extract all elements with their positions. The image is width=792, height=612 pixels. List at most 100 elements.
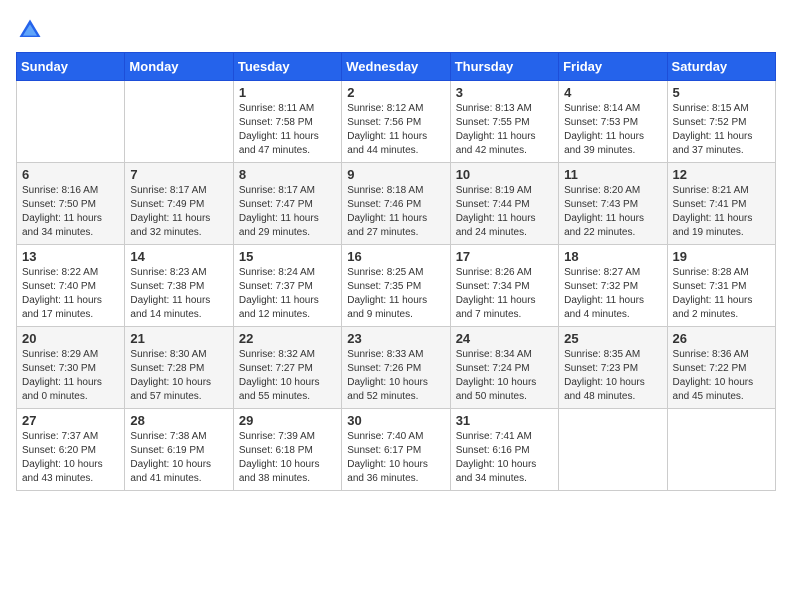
week-row-1: 1 Sunrise: 8:11 AM Sunset: 7:58 PM Daylig… (17, 81, 776, 163)
day-number: 1 (239, 85, 336, 100)
day-info: Sunrise: 8:30 AM Sunset: 7:28 PM Dayligh… (130, 348, 227, 404)
day-info: Sunrise: 8:11 AM Sunset: 7:58 PM Dayligh… (239, 102, 336, 158)
day-info: Sunrise: 8:25 AM Sunset: 7:35 PM Dayligh… (347, 266, 444, 322)
day-info: Sunrise: 8:23 AM Sunset: 7:38 PM Dayligh… (130, 266, 227, 322)
day-info: Sunrise: 8:33 AM Sunset: 7:26 PM Dayligh… (347, 348, 444, 404)
day-number: 26 (673, 331, 770, 346)
day-number: 3 (456, 85, 553, 100)
day-number: 25 (564, 331, 661, 346)
day-info: Sunrise: 8:20 AM Sunset: 7:43 PM Dayligh… (564, 184, 661, 240)
column-header-saturday: Saturday (667, 53, 775, 81)
day-info: Sunrise: 8:29 AM Sunset: 7:30 PM Dayligh… (22, 348, 119, 404)
calendar-cell: 31Sunrise: 7:41 AM Sunset: 6:16 PM Dayli… (450, 409, 558, 491)
calendar-cell: 14 Sunrise: 8:23 AM Sunset: 7:38 PM Dayli… (125, 245, 233, 327)
day-number: 14 (130, 249, 227, 264)
day-number: 7 (130, 167, 227, 182)
calendar-cell: 22 Sunrise: 8:32 AM Sunset: 7:27 PM Dayli… (233, 327, 341, 409)
week-row-3: 13Sunrise: 8:22 AM Sunset: 7:40 PM Dayli… (17, 245, 776, 327)
calendar-cell: 10 Sunrise: 8:19 AM Sunset: 7:44 PM Dayli… (450, 163, 558, 245)
day-info: Sunrise: 7:40 AM Sunset: 6:17 PM Dayligh… (347, 430, 444, 486)
day-info: Sunrise: 8:13 AM Sunset: 7:55 PM Dayligh… (456, 102, 553, 158)
column-header-wednesday: Wednesday (342, 53, 450, 81)
day-info: Sunrise: 8:21 AM Sunset: 7:41 PM Dayligh… (673, 184, 770, 240)
day-number: 20 (22, 331, 119, 346)
day-number: 31 (456, 413, 553, 428)
day-info: Sunrise: 8:14 AM Sunset: 7:53 PM Dayligh… (564, 102, 661, 158)
day-info: Sunrise: 8:17 AM Sunset: 7:47 PM Dayligh… (239, 184, 336, 240)
day-number: 29 (239, 413, 336, 428)
day-info: Sunrise: 8:19 AM Sunset: 7:44 PM Dayligh… (456, 184, 553, 240)
day-number: 30 (347, 413, 444, 428)
day-number: 10 (456, 167, 553, 182)
calendar-cell: 28 Sunrise: 7:38 AM Sunset: 6:19 PM Dayli… (125, 409, 233, 491)
day-number: 28 (130, 413, 227, 428)
calendar-cell: 3 Sunrise: 8:13 AM Sunset: 7:55 PM Daylig… (450, 81, 558, 163)
header-row: SundayMondayTuesdayWednesdayThursdayFrid… (17, 53, 776, 81)
day-info: Sunrise: 7:38 AM Sunset: 6:19 PM Dayligh… (130, 430, 227, 486)
calendar-cell: 23 Sunrise: 8:33 AM Sunset: 7:26 PM Dayli… (342, 327, 450, 409)
logo-icon (16, 16, 44, 44)
day-number: 19 (673, 249, 770, 264)
calendar-cell: 5 Sunrise: 8:15 AM Sunset: 7:52 PM Daylig… (667, 81, 775, 163)
calendar-cell: 19 Sunrise: 8:28 AM Sunset: 7:31 PM Dayli… (667, 245, 775, 327)
day-number: 27 (22, 413, 119, 428)
calendar-cell: 11 Sunrise: 8:20 AM Sunset: 7:43 PM Dayli… (559, 163, 667, 245)
calendar-cell: 25Sunrise: 8:35 AM Sunset: 7:23 PM Dayli… (559, 327, 667, 409)
column-header-tuesday: Tuesday (233, 53, 341, 81)
calendar-cell: 2 Sunrise: 8:12 AM Sunset: 7:56 PM Daylig… (342, 81, 450, 163)
calendar-cell: 12 Sunrise: 8:21 AM Sunset: 7:41 PM Dayli… (667, 163, 775, 245)
day-info: Sunrise: 8:24 AM Sunset: 7:37 PM Dayligh… (239, 266, 336, 322)
calendar-cell: 20 Sunrise: 8:29 AM Sunset: 7:30 PM Dayli… (17, 327, 125, 409)
calendar-cell: 9 Sunrise: 8:18 AM Sunset: 7:46 PM Daylig… (342, 163, 450, 245)
day-info: Sunrise: 8:28 AM Sunset: 7:31 PM Dayligh… (673, 266, 770, 322)
day-number: 5 (673, 85, 770, 100)
week-row-4: 20 Sunrise: 8:29 AM Sunset: 7:30 PM Dayli… (17, 327, 776, 409)
day-number: 2 (347, 85, 444, 100)
day-number: 8 (239, 167, 336, 182)
calendar-cell: 27 Sunrise: 7:37 AM Sunset: 6:20 PM Dayli… (17, 409, 125, 491)
day-number: 23 (347, 331, 444, 346)
calendar-cell: 18Sunrise: 8:27 AM Sunset: 7:32 PM Dayli… (559, 245, 667, 327)
day-number: 11 (564, 167, 661, 182)
column-header-friday: Friday (559, 53, 667, 81)
day-number: 24 (456, 331, 553, 346)
calendar-cell: 6Sunrise: 8:16 AM Sunset: 7:50 PM Daylig… (17, 163, 125, 245)
calendar-cell: 4 Sunrise: 8:14 AM Sunset: 7:53 PM Daylig… (559, 81, 667, 163)
day-number: 9 (347, 167, 444, 182)
calendar-cell: 29 Sunrise: 7:39 AM Sunset: 6:18 PM Dayli… (233, 409, 341, 491)
calendar-cell: 24Sunrise: 8:34 AM Sunset: 7:24 PM Dayli… (450, 327, 558, 409)
calendar-cell: 13Sunrise: 8:22 AM Sunset: 7:40 PM Dayli… (17, 245, 125, 327)
day-number: 4 (564, 85, 661, 100)
calendar-cell: 16 Sunrise: 8:25 AM Sunset: 7:35 PM Dayli… (342, 245, 450, 327)
day-number: 15 (239, 249, 336, 264)
calendar-cell: 15 Sunrise: 8:24 AM Sunset: 7:37 PM Dayli… (233, 245, 341, 327)
calendar-cell: 26Sunrise: 8:36 AM Sunset: 7:22 PM Dayli… (667, 327, 775, 409)
day-number: 6 (22, 167, 119, 182)
calendar-cell (559, 409, 667, 491)
calendar-cell: 8 Sunrise: 8:17 AM Sunset: 7:47 PM Daylig… (233, 163, 341, 245)
calendar-cell (17, 81, 125, 163)
week-row-2: 6Sunrise: 8:16 AM Sunset: 7:50 PM Daylig… (17, 163, 776, 245)
column-header-monday: Monday (125, 53, 233, 81)
day-info: Sunrise: 7:37 AM Sunset: 6:20 PM Dayligh… (22, 430, 119, 486)
calendar-cell: 17Sunrise: 8:26 AM Sunset: 7:34 PM Dayli… (450, 245, 558, 327)
day-info: Sunrise: 8:22 AM Sunset: 7:40 PM Dayligh… (22, 266, 119, 322)
day-number: 16 (347, 249, 444, 264)
day-info: Sunrise: 8:18 AM Sunset: 7:46 PM Dayligh… (347, 184, 444, 240)
logo (16, 16, 48, 44)
week-row-5: 27 Sunrise: 7:37 AM Sunset: 6:20 PM Dayli… (17, 409, 776, 491)
day-info: Sunrise: 8:26 AM Sunset: 7:34 PM Dayligh… (456, 266, 553, 322)
day-number: 18 (564, 249, 661, 264)
page-header (16, 16, 776, 44)
day-info: Sunrise: 8:17 AM Sunset: 7:49 PM Dayligh… (130, 184, 227, 240)
calendar-table: SundayMondayTuesdayWednesdayThursdayFrid… (16, 52, 776, 491)
day-number: 22 (239, 331, 336, 346)
day-number: 12 (673, 167, 770, 182)
calendar-cell (667, 409, 775, 491)
calendar-cell: 30 Sunrise: 7:40 AM Sunset: 6:17 PM Dayli… (342, 409, 450, 491)
day-info: Sunrise: 8:15 AM Sunset: 7:52 PM Dayligh… (673, 102, 770, 158)
column-header-sunday: Sunday (17, 53, 125, 81)
day-info: Sunrise: 7:39 AM Sunset: 6:18 PM Dayligh… (239, 430, 336, 486)
day-info: Sunrise: 8:32 AM Sunset: 7:27 PM Dayligh… (239, 348, 336, 404)
day-info: Sunrise: 8:12 AM Sunset: 7:56 PM Dayligh… (347, 102, 444, 158)
